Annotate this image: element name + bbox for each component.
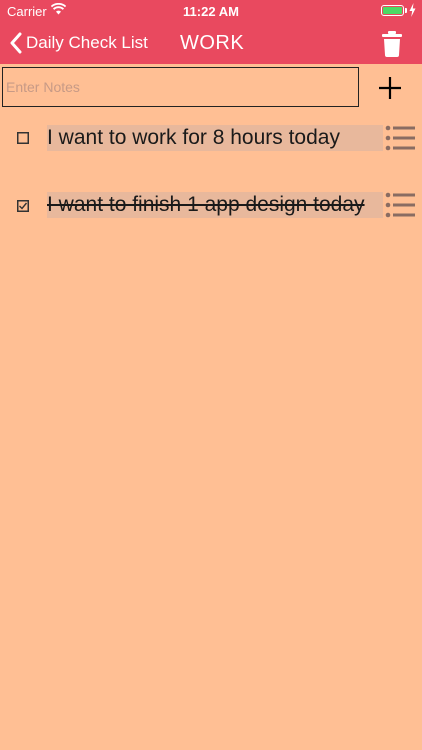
- page-title: WORK: [180, 32, 245, 54]
- nav-bar: Daily Check List WORK: [0, 22, 422, 64]
- status-time: 11:22 AM: [183, 4, 239, 19]
- trash-icon[interactable]: [380, 31, 404, 57]
- notes-input[interactable]: [2, 67, 359, 107]
- chevron-left-icon: [10, 32, 22, 54]
- list-icon[interactable]: [385, 125, 415, 151]
- back-button-label: Daily Check List: [26, 33, 148, 52]
- task-text[interactable]: I want to work for 8 hours today: [47, 125, 383, 151]
- plus-icon[interactable]: [376, 74, 404, 102]
- checkbox-unchecked-icon[interactable]: [17, 132, 29, 144]
- battery-icon: [381, 5, 404, 16]
- back-button[interactable]: Daily Check List: [10, 31, 148, 55]
- checkbox-checked-icon[interactable]: [17, 200, 29, 212]
- task-text[interactable]: I want to finish 1 app design today: [47, 192, 383, 218]
- list-item: I want to finish 1 app design today: [0, 192, 422, 232]
- list-item: I want to work for 8 hours today: [0, 125, 422, 165]
- charging-icon: [409, 3, 416, 17]
- list-icon[interactable]: [385, 192, 415, 218]
- battery-cap: [405, 8, 407, 13]
- status-bar: Carrier 11:22 AM: [0, 0, 422, 22]
